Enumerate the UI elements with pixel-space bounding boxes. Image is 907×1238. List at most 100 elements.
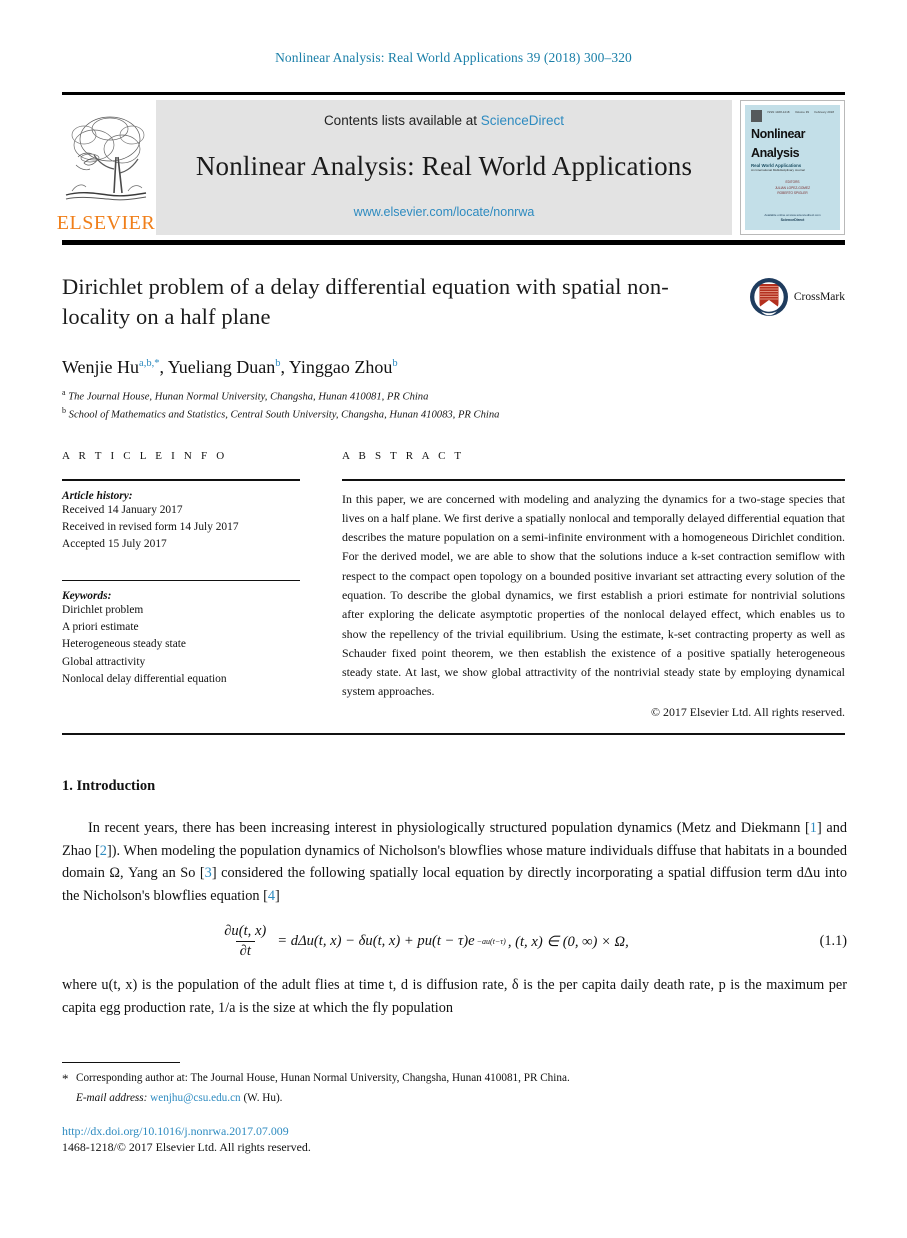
cover-publisher-mark-icon	[751, 110, 762, 122]
cover-editor-2: ROBERTO SPIGLER	[777, 191, 808, 196]
journal-url-link[interactable]: www.elsevier.com/locate/nonrwa	[354, 205, 535, 219]
affiliation-text: School of Mathematics and Statistics, Ce…	[68, 409, 500, 421]
keywords-rule	[62, 579, 300, 581]
corresponding-author-note: * Corresponding author at: The Journal H…	[62, 1070, 847, 1087]
cover-inner: ISSN 1468-1218 Volume 39 February 2018 N…	[745, 105, 840, 230]
cover-topline: ISSN 1468-1218 Volume 39 February 2018	[751, 110, 834, 122]
article-history-item: Received in revised form 14 July 2017	[62, 520, 239, 533]
email-owner: (W. Hu).	[243, 1091, 283, 1104]
cover-editors: EDITORS JULIAN LOPEZ-GOMEZ ROBERTO SPIGL…	[751, 180, 834, 196]
affiliation-mark: a	[62, 388, 66, 398]
article-history-label: Article history:	[62, 489, 133, 502]
elsevier-tree-icon	[65, 116, 147, 201]
body-region: 1. Introduction In recent years, there h…	[62, 778, 847, 1019]
email-label: E-mail address:	[76, 1091, 148, 1104]
keywords-block: Keywords: Dirichlet problem A priori est…	[62, 590, 300, 689]
author-affil-marks[interactable]: b	[275, 358, 280, 369]
cover-title-line1: Nonlinear	[751, 127, 806, 141]
intro-paragraph-1: In recent years, there has been increasi…	[62, 817, 847, 907]
email-note: E-mail address: wenjhu@csu.edu.cn (W. Hu…	[62, 1090, 847, 1107]
equation-domain: , (t, x) ∈ (0, ∞) × Ω,	[507, 933, 629, 950]
keyword-item: Global attractivity	[62, 655, 146, 668]
author-list: Wenjie Hua,b,*, Yueliang Duanb, Yinggao …	[62, 357, 398, 378]
abstract-text: In this paper, we are concerned with mod…	[342, 491, 845, 699]
equation-fraction: ∂u(t, x) ∂t	[220, 923, 270, 960]
info-abstract-region: A R T I C L E I N F O Article history: R…	[62, 450, 845, 720]
article-info-rule	[62, 479, 300, 481]
affiliation-item: a The Journal House, Hunan Normal Univer…	[62, 387, 845, 405]
equation-body: ∂u(t, x) ∂t = dΔu(t, x) − δu(t, x) + pu(…	[62, 923, 787, 960]
cover-issn: ISSN 1468-1218	[767, 110, 790, 114]
page-title: Dirichlet problem of a delay differentia…	[62, 274, 669, 329]
article-history-item: Accepted 15 July 2017	[62, 538, 167, 551]
keyword-item: Heterogeneous steady state	[62, 638, 186, 651]
journal-masthead: ELSEVIER Contents lists available at Sci…	[57, 92, 845, 245]
section-heading-introduction: 1. Introduction	[62, 778, 156, 794]
article-info-column: A R T I C L E I N F O Article history: R…	[62, 450, 300, 720]
author-name: Wenjie Hu	[62, 357, 140, 378]
cover-title-line2: Analysis	[751, 145, 800, 160]
para-text: ]	[275, 887, 280, 904]
crossmark-badge[interactable]: CrossMark	[749, 277, 845, 317]
author-affil-marks[interactable]: a,b,*	[139, 358, 159, 369]
masthead-bottom-rule	[62, 240, 845, 245]
citation-link-3[interactable]: 3	[205, 865, 212, 881]
cover-volume: Volume 39	[794, 110, 810, 114]
equation-number: (1.1)	[819, 933, 847, 950]
issn-copyright-line: 1468-1218/© 2017 Elsevier Ltd. All right…	[62, 1140, 311, 1155]
affiliation-item: b School of Mathematics and Statistics, …	[62, 405, 845, 423]
keyword-item: Dirichlet problem	[62, 603, 144, 616]
elsevier-logo: ELSEVIER	[57, 100, 155, 235]
equation-1-1: ∂u(t, x) ∂t = dΔu(t, x) − δu(t, x) + pu(…	[62, 923, 847, 960]
journal-cover-thumbnail[interactable]: ISSN 1468-1218 Volume 39 February 2018 N…	[740, 100, 845, 235]
elsevier-wordmark: ELSEVIER	[56, 212, 156, 234]
title-block: Dirichlet problem of a delay differentia…	[62, 272, 845, 423]
equation-exponent: −au(t−τ)	[476, 937, 506, 947]
citation-link-1[interactable]: 1	[810, 820, 817, 836]
corresponding-author-text: Corresponding author at: The Journal Hou…	[76, 1072, 570, 1085]
author-name: Yueliang Duan	[167, 357, 276, 378]
abstract-copyright: © 2017 Elsevier Ltd. All rights reserved…	[651, 704, 845, 719]
footnote-separator	[62, 1062, 180, 1064]
contents-available-line: Contents lists available at ScienceDirec…	[324, 113, 564, 128]
masthead-row: ELSEVIER Contents lists available at Sci…	[57, 100, 845, 235]
author-name: Yinggao Zhou	[288, 357, 393, 378]
journal-title: Nonlinear Analysis: Real World Applicati…	[195, 151, 693, 181]
equation-numerator: ∂u(t, x)	[224, 923, 267, 940]
citation-link-4[interactable]: 4	[268, 888, 275, 904]
sciencedirect-link[interactable]: ScienceDirect	[481, 113, 564, 128]
cover-date: February 2018	[814, 110, 834, 114]
cover-sciencedirect-mark: ScienceDirect	[780, 217, 805, 222]
footnote-region: * Corresponding author at: The Journal H…	[62, 1062, 847, 1155]
affiliation-text: The Journal House, Hunan Normal Universi…	[68, 391, 429, 403]
abstract-bottom-rule	[62, 733, 845, 736]
para-text: In recent years, there has been increasi…	[88, 820, 810, 836]
masthead-center-band: Contents lists available at ScienceDirec…	[156, 100, 732, 235]
abstract-column: A B S T R A C T In this paper, we are co…	[342, 450, 845, 720]
contents-prefix: Contents lists available at	[323, 113, 481, 128]
abstract-heading: A B S T R A C T	[342, 450, 465, 462]
crossmark-icon	[749, 278, 788, 316]
affiliation-list: a The Journal House, Hunan Normal Univer…	[62, 387, 845, 423]
intro-paragraph-2: where u(t, x) is the population of the a…	[62, 977, 847, 1016]
author-affil-marks[interactable]: b	[392, 358, 397, 369]
citation-link-2[interactable]: 2	[100, 843, 107, 859]
affiliation-mark: b	[62, 406, 66, 416]
paper-page: Nonlinear Analysis: Real World Applicati…	[0, 0, 907, 1238]
running-head: Nonlinear Analysis: Real World Applicati…	[275, 50, 632, 65]
email-link[interactable]: wenjhu@csu.edu.cn	[150, 1092, 240, 1104]
masthead-top-rule	[62, 92, 845, 95]
keyword-item: A priori estimate	[62, 621, 139, 634]
cover-footer: Available online at www.sciencedirect.co…	[745, 213, 840, 223]
article-history-item: Received 14 January 2017	[62, 503, 183, 516]
footnote-asterisk-icon: *	[62, 1071, 69, 1087]
equation-rhs: = dΔu(t, x) − δu(t, x) + pu(t − τ)e	[277, 933, 475, 950]
keyword-item: Nonlocal delay differential equation	[62, 673, 227, 686]
keywords-label: Keywords:	[62, 589, 112, 602]
cover-series-note: An International Multidisciplinary Journ…	[751, 168, 805, 173]
article-info-heading: A R T I C L E I N F O	[62, 450, 228, 462]
equation-denominator: ∂t	[235, 941, 255, 960]
crossmark-label: CrossMark	[793, 291, 845, 303]
abstract-rule	[342, 479, 845, 481]
doi-link[interactable]: http://dx.doi.org/10.1016/j.nonrwa.2017.…	[62, 1124, 847, 1139]
